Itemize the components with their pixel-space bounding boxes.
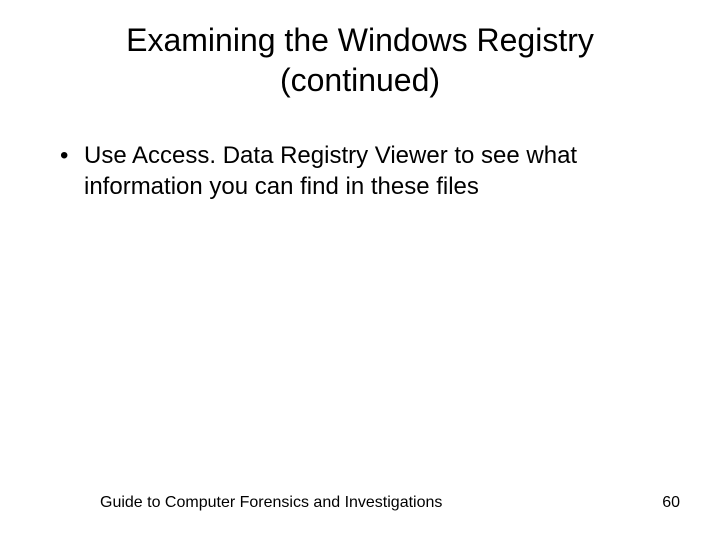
title-line-1: Examining the Windows Registry: [126, 22, 594, 58]
slide-body: • Use Access. Data Registry Viewer to se…: [60, 140, 660, 202]
footer-text: Guide to Computer Forensics and Investig…: [100, 494, 442, 512]
bullet-item: • Use Access. Data Registry Viewer to se…: [60, 140, 660, 202]
bullet-text: Use Access. Data Registry Viewer to see …: [84, 140, 660, 202]
title-line-2: (continued): [280, 62, 440, 98]
slide-title: Examining the Windows Registry (continue…: [0, 20, 720, 100]
page-number: 60: [662, 494, 680, 512]
slide: Examining the Windows Registry (continue…: [0, 0, 720, 540]
bullet-dot-icon: •: [60, 140, 84, 171]
